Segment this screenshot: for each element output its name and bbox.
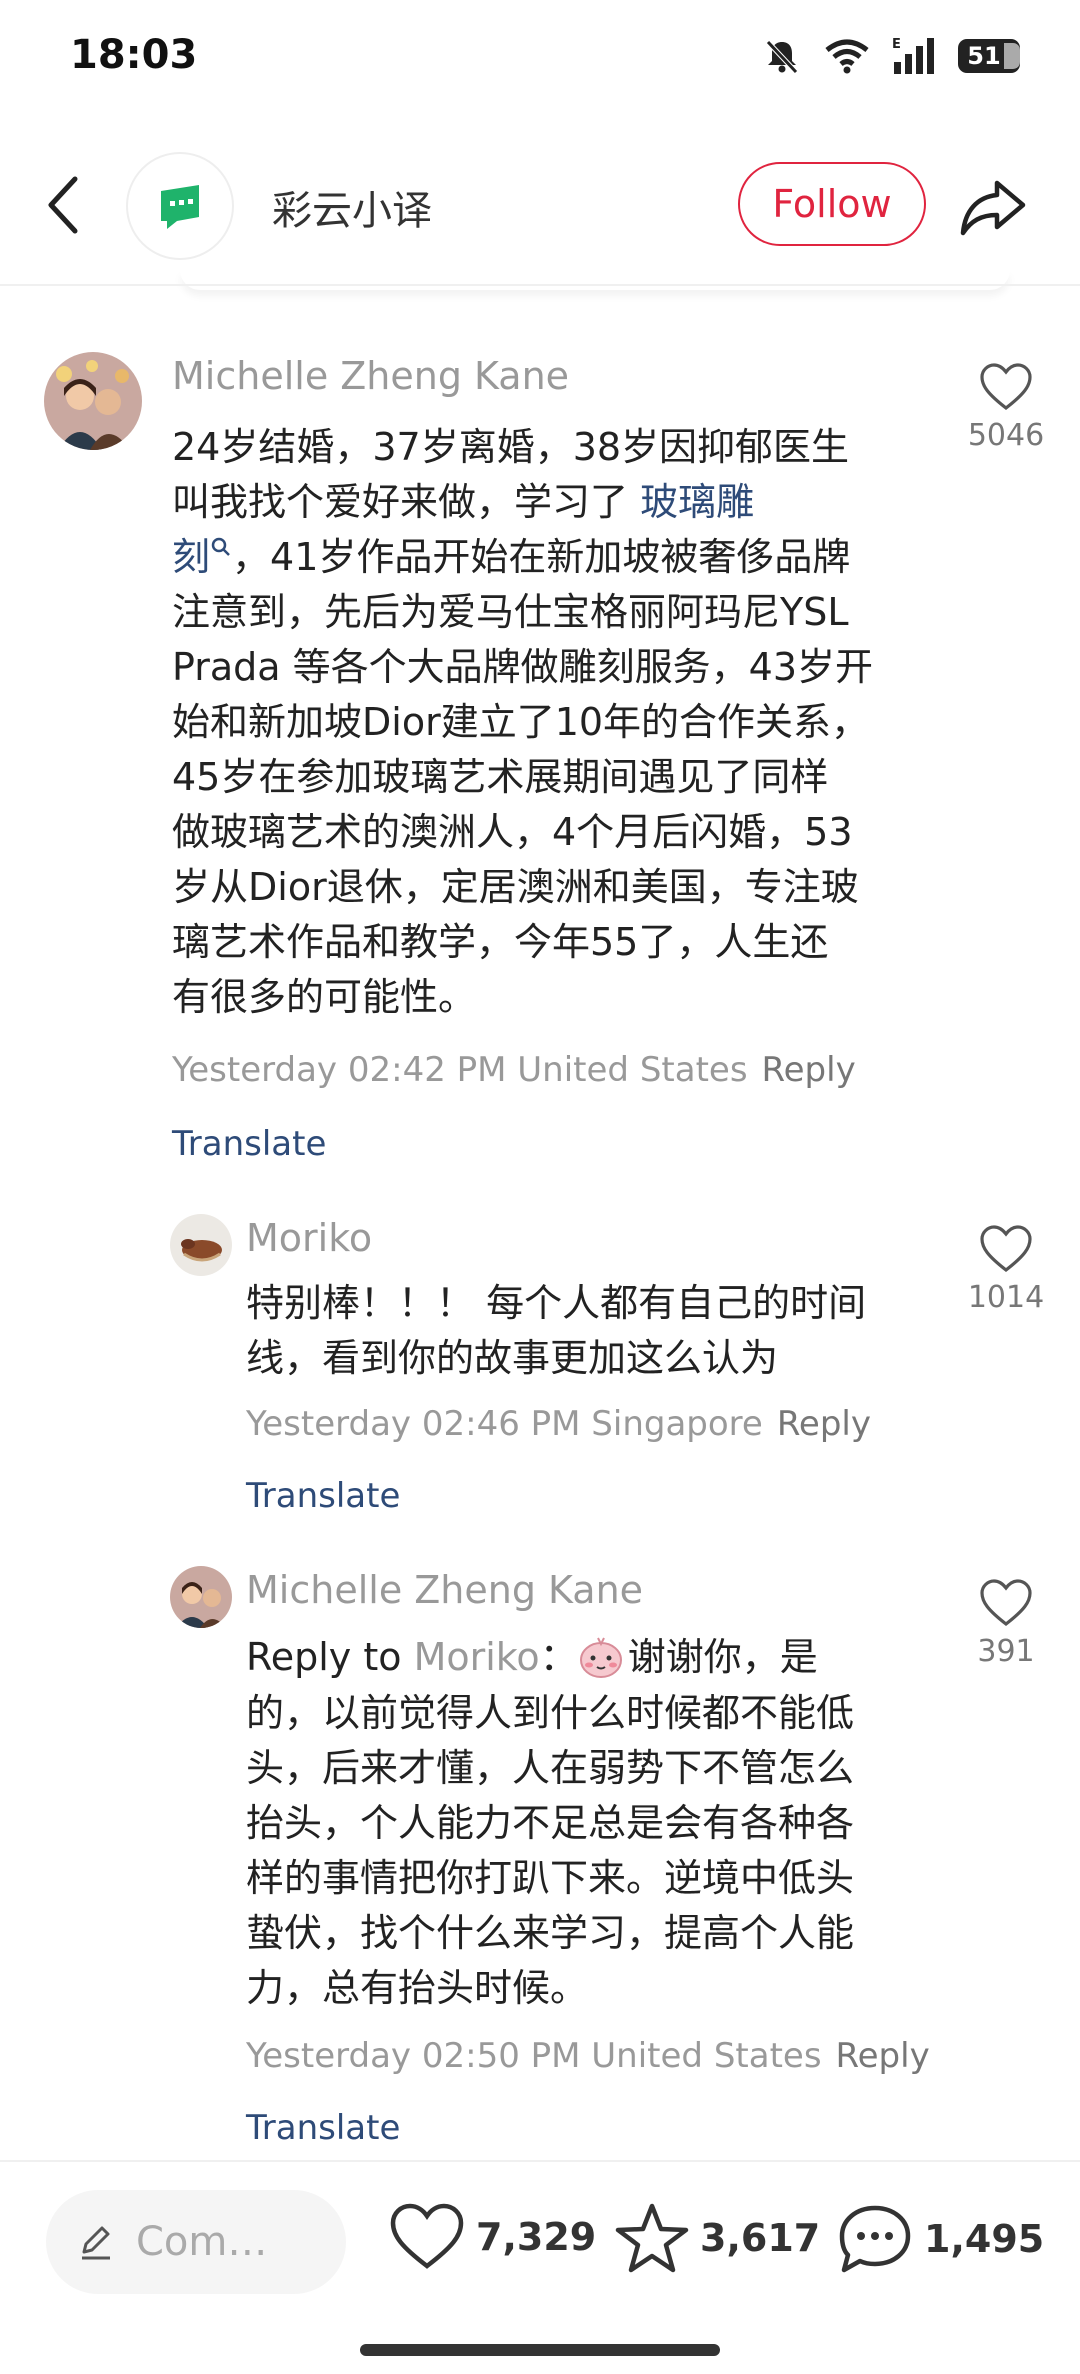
comment-meta: Yesterday 02:46 PM Singapore Reply bbox=[246, 1404, 871, 1444]
comment-line: Reply to Moriko： 谢谢你，是 bbox=[246, 1630, 926, 1686]
like-button[interactable]: 5046 bbox=[956, 362, 1056, 453]
comment-line: 抬头，个人能力不足总是会有各种各 bbox=[246, 1800, 855, 1845]
comment-line: 线，看到你的故事更加这么认为 bbox=[246, 1336, 779, 1380]
post-header: 彩云小译 Follow bbox=[0, 140, 1080, 270]
topic-link[interactable]: 玻璃雕 bbox=[640, 480, 754, 524]
comment-line: 头，后来才懂，人在弱势下不管怎么 bbox=[246, 1745, 855, 1790]
avatar-photo-icon bbox=[170, 1566, 232, 1628]
comment-line: 样的事情把你打趴下来。逆境中低头 bbox=[246, 1855, 855, 1900]
commenter-avatar[interactable] bbox=[44, 352, 142, 450]
back-button[interactable] bbox=[38, 170, 88, 240]
like-count: 5046 bbox=[967, 418, 1045, 453]
avatar-photo-icon bbox=[44, 352, 142, 450]
comment-line: 叫我找个爱好来做，学习了 玻璃雕 bbox=[172, 475, 932, 530]
comment-line: Prada 等各个大品牌做雕刻服务，43岁开 bbox=[172, 645, 873, 689]
app-logo-icon bbox=[161, 185, 199, 229]
commenter-name[interactable]: Michelle Zheng Kane bbox=[246, 1568, 643, 1612]
pencil-icon bbox=[82, 2226, 110, 2260]
comment-line: 做玻璃艺术的澳洲人，4个月后闪婚，53 bbox=[172, 810, 853, 854]
blushing-emoji-icon bbox=[579, 1637, 622, 1678]
header-divider bbox=[0, 284, 1080, 286]
home-indicator[interactable] bbox=[360, 2344, 720, 2356]
signal-icon: E bbox=[892, 37, 934, 74]
svg-text:E: E bbox=[892, 37, 901, 52]
comment-input-placeholder: Com… bbox=[136, 2219, 268, 2265]
reply-button[interactable]: Reply bbox=[836, 2036, 930, 2076]
comment-timestamp: Yesterday 02:42 PM United States bbox=[172, 1050, 748, 1090]
heart-icon bbox=[980, 363, 1032, 411]
comment-line: 的，以前觉得人到什么时候都不能低 bbox=[246, 1690, 855, 1735]
commenter-name[interactable]: Michelle Zheng Kane bbox=[172, 354, 569, 398]
star-icon bbox=[615, 2203, 689, 2273]
status-bar: 18:03 E 51 bbox=[0, 0, 1080, 120]
battery-icon: 51 bbox=[958, 39, 1020, 73]
comment-total: 1,495 bbox=[924, 2217, 1045, 2261]
bottom-bar-divider bbox=[0, 2160, 1080, 2162]
like-count: 391 bbox=[977, 1634, 1035, 1669]
reply-prefix: Reply to bbox=[246, 1635, 414, 1679]
search-mini-icon[interactable] bbox=[210, 536, 232, 558]
comment-line: 刻 ，41岁作品开始在新加坡被奢侈品牌 bbox=[172, 530, 932, 585]
header-shadow bbox=[180, 270, 1010, 290]
translate-button[interactable]: Translate bbox=[172, 1124, 326, 1164]
comment-text[interactable]: 24岁结婚，37岁离婚，38岁因抑郁医生 叫我找个爱好来做，学习了 玻璃雕 刻 ，… bbox=[172, 420, 932, 1025]
comment-line: 有很多的可能性。 bbox=[172, 975, 477, 1019]
avatar-photo-icon bbox=[170, 1214, 232, 1276]
comment-line: 45岁在参加玻璃艺术展期间遇见了同样 bbox=[172, 755, 829, 799]
comment-line: 岁从Dior退休，定居澳洲和美国，专注玻 bbox=[172, 865, 859, 909]
reply-target-name[interactable]: Moriko bbox=[414, 1635, 540, 1679]
comment-line-text: 谢谢你，是 bbox=[627, 1635, 818, 1679]
comment-timestamp: Yesterday 02:50 PM United States bbox=[246, 2036, 822, 2076]
comment-text[interactable]: Reply to Moriko： 谢谢你，是 的，以前觉得人到什么时候都不能低 头… bbox=[246, 1630, 926, 2016]
battery-level: 51 bbox=[967, 42, 1001, 70]
back-arrow-icon bbox=[48, 176, 78, 234]
comment-line: 特别棒！！！ 每个人都有自己的时间 bbox=[246, 1281, 867, 1325]
translate-button[interactable]: Translate bbox=[246, 1476, 400, 1516]
commenter-avatar[interactable] bbox=[170, 1214, 232, 1276]
heart-icon bbox=[980, 1225, 1032, 1273]
comment-input[interactable]: Com… bbox=[46, 2190, 346, 2294]
comment-meta: Yesterday 02:50 PM United States Reply bbox=[246, 2036, 930, 2076]
favorite-post-button[interactable]: 3,617 bbox=[614, 2202, 820, 2274]
author-avatar[interactable] bbox=[126, 152, 234, 260]
comment-line: 始和新加坡Dior建立了10年的合作关系， bbox=[172, 700, 870, 744]
comment-timestamp: Yesterday 02:46 PM Singapore bbox=[246, 1404, 763, 1444]
comment-line: 注意到，先后为爱马仕宝格丽阿玛尼YSL bbox=[172, 590, 849, 634]
like-button[interactable]: 1014 bbox=[956, 1224, 1056, 1315]
like-count: 1014 bbox=[967, 1280, 1045, 1315]
like-total: 7,329 bbox=[476, 2215, 597, 2259]
mute-bell-icon bbox=[766, 40, 798, 74]
comment-line: 力，总有抬头时候。 bbox=[246, 1965, 589, 2010]
commenter-name[interactable]: Moriko bbox=[246, 1216, 372, 1260]
author-name[interactable]: 彩云小译 bbox=[272, 178, 432, 236]
share-icon bbox=[960, 180, 1026, 236]
comment-line: 璃艺术作品和教学，今年55了，人生还 bbox=[172, 920, 829, 964]
comment-line: 24岁结婚，37岁离婚，38岁因抑郁医生 bbox=[172, 425, 850, 469]
reply-button[interactable]: Reply bbox=[762, 1050, 856, 1090]
comment-line-text: 叫我找个爱好来做，学习了 bbox=[172, 480, 641, 524]
comment-text[interactable]: 特别棒！！！ 每个人都有自己的时间 线，看到你的故事更加这么认为 bbox=[246, 1276, 926, 1386]
follow-button[interactable]: Follow bbox=[738, 162, 926, 246]
like-post-button[interactable]: 7,329 bbox=[388, 2202, 596, 2272]
status-time: 18:03 bbox=[70, 32, 198, 78]
wifi-icon bbox=[825, 39, 869, 74]
reply-colon: ： bbox=[539, 1635, 578, 1679]
status-icons: E 51 bbox=[762, 36, 1020, 76]
comment-line-text: ，41岁作品开始在新加坡被奢侈品牌 bbox=[232, 535, 851, 579]
commenter-avatar[interactable] bbox=[170, 1566, 232, 1628]
like-button[interactable]: 391 bbox=[956, 1578, 1056, 1669]
heart-icon bbox=[980, 1579, 1032, 1627]
topic-link-end[interactable]: 刻 bbox=[172, 535, 210, 579]
share-button[interactable] bbox=[956, 170, 1030, 244]
comment-line: 蛰伏，找个什么来学习，提高个人能 bbox=[246, 1910, 855, 1955]
translate-button[interactable]: Translate bbox=[246, 2108, 400, 2148]
heart-icon bbox=[390, 2203, 464, 2269]
comment-meta: Yesterday 02:42 PM United States Reply bbox=[172, 1050, 856, 1090]
reply-button[interactable]: Reply bbox=[777, 1404, 871, 1444]
comment-post-button[interactable]: 1,495 bbox=[836, 2202, 1044, 2276]
chat-bubble-icon bbox=[839, 2205, 911, 2273]
favorite-total: 3,617 bbox=[700, 2216, 821, 2260]
